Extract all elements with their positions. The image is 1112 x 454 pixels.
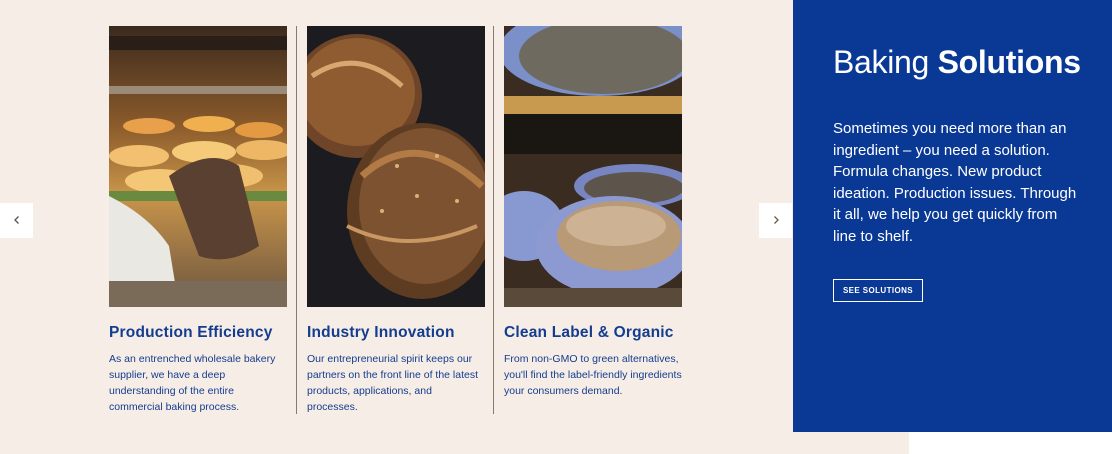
artisan-bread-image [307, 26, 485, 307]
card-divider [493, 26, 494, 414]
panel-description: Sometimes you need more than an ingredie… [833, 120, 1077, 245]
proofing-baskets-image [504, 26, 682, 307]
card-production-efficiency: Production Efficiency As an entrenched w… [109, 26, 287, 415]
card-description: Our entrepreneurial spirit keeps our par… [307, 353, 479, 413]
card-clean-label-organic: Clean Label & Organic From non-GMO to gr… [504, 26, 682, 399]
see-solutions-button[interactable]: SEE SOLUTIONS [833, 279, 923, 302]
card-description: From non-GMO to green alternatives, you'… [504, 353, 682, 397]
panel-title-bold: Solutions [937, 44, 1081, 80]
chevron-left-icon [12, 212, 22, 230]
card-divider [296, 26, 297, 414]
carousel-next-button[interactable] [759, 203, 792, 238]
oven-baguettes-image [109, 26, 287, 307]
card-title[interactable]: Production Efficiency [109, 324, 287, 342]
carousel-prev-button[interactable] [0, 203, 33, 238]
chevron-right-icon [771, 212, 781, 230]
baking-solutions-panel: Baking Solutions Sometimes you need more… [793, 0, 1112, 432]
card-description: As an entrenched wholesale bakery suppli… [109, 353, 276, 413]
panel-title: Baking Solutions [833, 44, 1081, 81]
panel-title-light: Baking [833, 44, 930, 80]
card-title[interactable]: Industry Innovation [307, 324, 485, 342]
card-title[interactable]: Clean Label & Organic [504, 324, 682, 342]
card-industry-innovation: Industry Innovation Our entrepreneurial … [307, 26, 485, 415]
